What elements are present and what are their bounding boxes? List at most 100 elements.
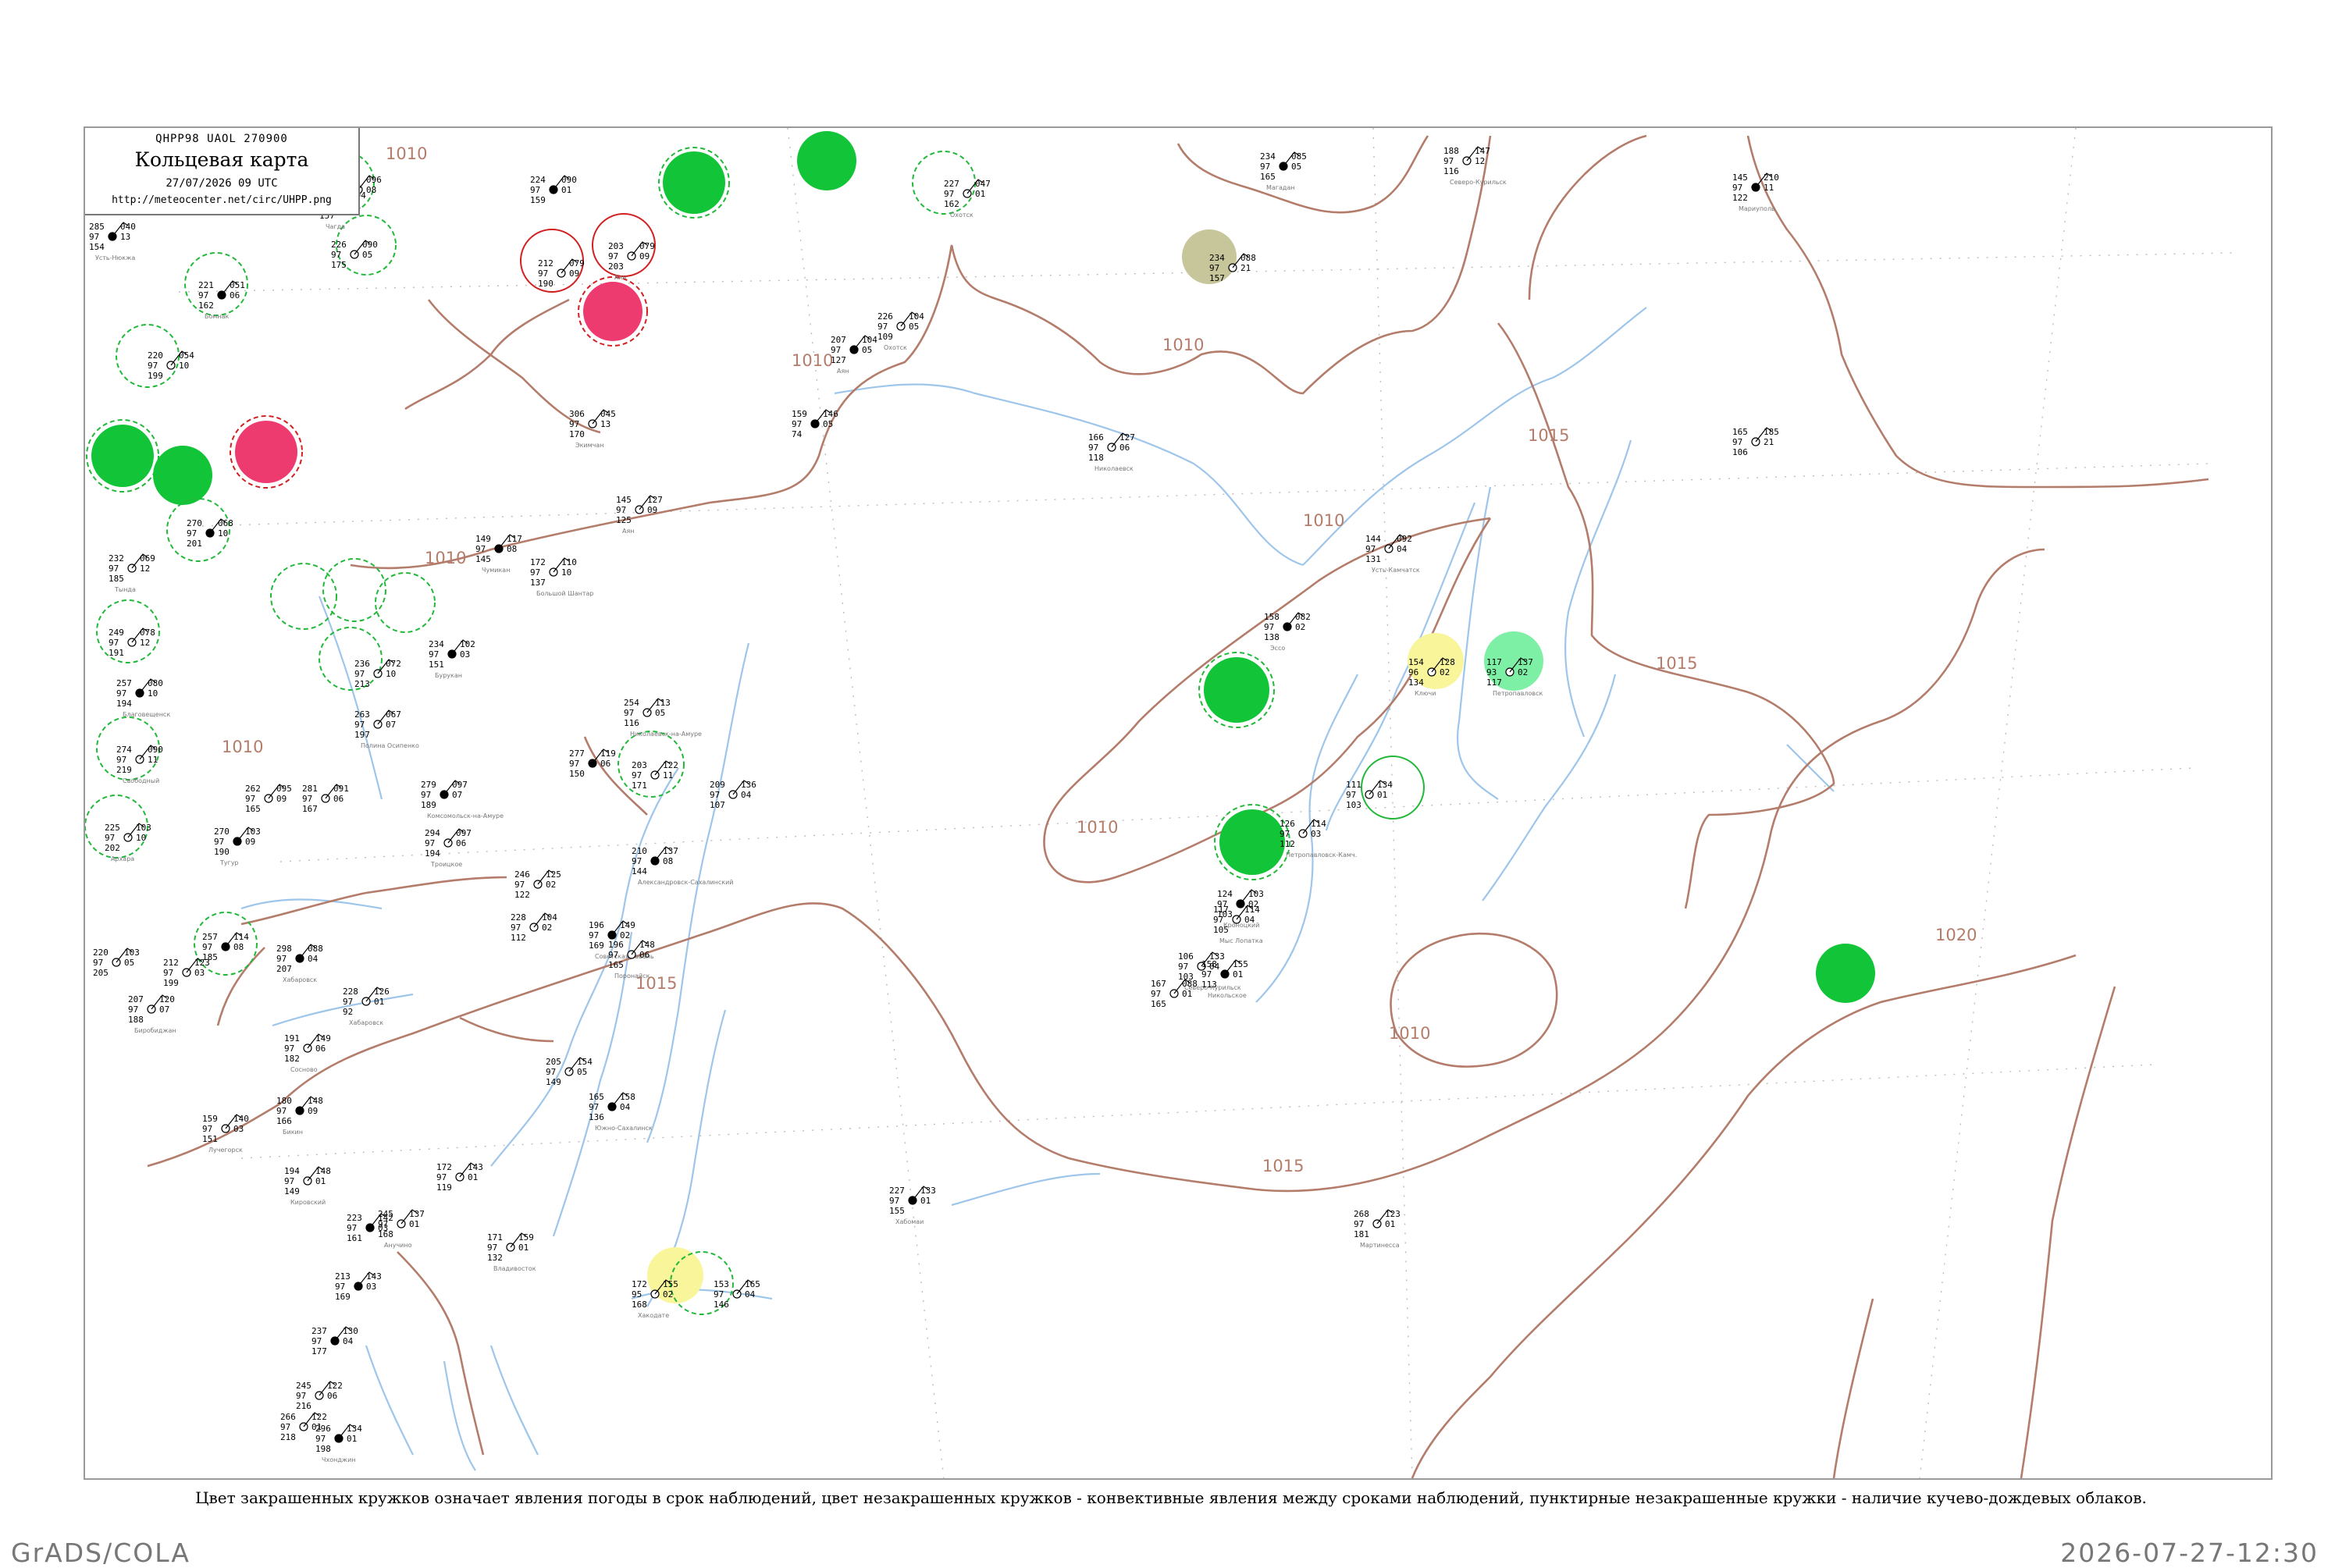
station-name: Северо-Курильск bbox=[1450, 179, 1507, 186]
station-temp: 210 bbox=[632, 846, 647, 856]
station-temp: 149 bbox=[475, 534, 491, 544]
station-vis: 93 bbox=[1486, 667, 1497, 677]
station-dewpoint: 159 bbox=[530, 195, 546, 205]
station-pressure: 134 bbox=[347, 1424, 362, 1434]
station-pressure: 127 bbox=[647, 495, 663, 505]
station-vis: 97 bbox=[116, 688, 126, 699]
station-dewpoint: 168 bbox=[632, 1300, 647, 1310]
station-plot: 224 090 97 01 159 bbox=[530, 175, 577, 205]
station-pressure: 143 bbox=[366, 1271, 382, 1282]
station-vis: 97 bbox=[93, 958, 103, 968]
station-tendency: 01 bbox=[347, 1434, 357, 1444]
station-temp: 254 bbox=[624, 698, 639, 708]
station-name: Свободный bbox=[123, 777, 159, 784]
station-vis: 97 bbox=[1209, 263, 1219, 273]
station-dewpoint: 154 bbox=[89, 242, 105, 252]
station-tendency: 10 bbox=[218, 528, 228, 539]
station-temp: 245 bbox=[378, 1209, 393, 1219]
map-caption: Цвет закрашенных кружков означает явлени… bbox=[195, 1488, 2147, 1507]
station-tendency: 06 bbox=[333, 794, 343, 804]
station-pressure: 114 bbox=[233, 932, 249, 942]
station-name: Хабомаи bbox=[895, 1218, 924, 1225]
station-plot: 210 137 97 08 144 Александровск-Сахалинский bbox=[632, 846, 734, 886]
station-dewpoint: 218 bbox=[280, 1432, 296, 1442]
station-temp: 226 bbox=[331, 240, 347, 250]
station-vis: 97 bbox=[421, 790, 431, 800]
station-temp: 236 bbox=[354, 659, 370, 669]
coastlines bbox=[240, 307, 1835, 1471]
station-pressure: 130 bbox=[343, 1326, 358, 1336]
station-dewpoint: 155 bbox=[889, 1206, 905, 1216]
station-tendency: 06 bbox=[600, 759, 610, 769]
station-dewpoint: 92 bbox=[343, 1007, 353, 1017]
station-vis: 97 bbox=[589, 930, 599, 940]
station-temp: 227 bbox=[889, 1186, 905, 1196]
station-temp: 270 bbox=[187, 518, 202, 528]
station-pressure: 079 bbox=[639, 241, 655, 251]
station-dewpoint: 189 bbox=[421, 800, 436, 810]
station-tendency: 08 bbox=[507, 544, 517, 554]
station-vis: 97 bbox=[624, 708, 634, 718]
station-dewpoint: 131 bbox=[1365, 554, 1381, 564]
station-plot: 234 102 97 03 151 Бурукан bbox=[429, 639, 475, 679]
station-name: Хакодате bbox=[638, 1312, 669, 1319]
station-dewpoint: 161 bbox=[347, 1233, 362, 1243]
station-vis: 97 bbox=[889, 1196, 899, 1206]
station-name: Благовещенск bbox=[123, 711, 170, 718]
station-temp: 257 bbox=[202, 932, 218, 942]
station-temp: 213 bbox=[335, 1271, 351, 1282]
station-vis: 97 bbox=[530, 567, 540, 578]
station-pressure: 146 bbox=[823, 409, 838, 419]
station-dewpoint: 145 bbox=[475, 554, 491, 564]
iso-1010-c: 1010 bbox=[1162, 336, 1204, 354]
station-plot: 228 104 97 02 112 bbox=[511, 912, 557, 943]
station-pressure: 103 bbox=[245, 827, 261, 837]
station-tendency: 11 bbox=[663, 770, 673, 780]
station-name: Тугур bbox=[219, 859, 239, 866]
map-title: Кольцевая карта bbox=[134, 148, 309, 171]
station-vis: 97 bbox=[1264, 622, 1274, 632]
station-vis: 97 bbox=[343, 997, 353, 1007]
station-plot: 153 165 97 04 146 bbox=[714, 1279, 760, 1310]
station-temp: 145 bbox=[616, 495, 632, 505]
weather-circles bbox=[85, 131, 1875, 1315]
station-temp: 106 bbox=[1178, 951, 1194, 962]
station-pressure: 210 bbox=[1764, 172, 1779, 183]
station-vis: 97 bbox=[1260, 162, 1270, 172]
station-dewpoint: 202 bbox=[105, 843, 120, 853]
station-tendency: 08 bbox=[366, 185, 376, 195]
station-pressure: 047 bbox=[975, 179, 991, 189]
source-url[interactable]: http://meteocenter.net/circ/UHPP.png bbox=[85, 194, 358, 206]
station-vis: 97 bbox=[202, 1124, 212, 1134]
station-tendency: 10 bbox=[386, 669, 396, 679]
station-vis: 97 bbox=[608, 251, 618, 261]
station-plot: 167 088 97 01 165 bbox=[1151, 979, 1198, 1009]
station-vis: 97 bbox=[1354, 1219, 1364, 1229]
station-tendency: 05 bbox=[862, 345, 872, 355]
station-dewpoint: 105 bbox=[1213, 925, 1229, 935]
station-name: Бурукан bbox=[435, 672, 462, 679]
station-tendency: 07 bbox=[452, 790, 462, 800]
station-vis: 97 bbox=[632, 770, 642, 780]
station-dewpoint: 136 bbox=[589, 1112, 604, 1122]
station-dewpoint: 165 bbox=[608, 960, 624, 970]
station-name: Кировский bbox=[290, 1199, 326, 1206]
station-vis: 97 bbox=[1365, 544, 1376, 554]
station-pressure: 103 bbox=[136, 823, 151, 833]
station-dewpoint: 116 bbox=[624, 718, 639, 728]
station-vis: 97 bbox=[569, 419, 579, 429]
station-vis: 97 bbox=[335, 1282, 345, 1292]
station-vis: 97 bbox=[425, 838, 435, 848]
station-name: Мартинесса bbox=[1360, 1242, 1400, 1249]
station-temp: 172 bbox=[530, 557, 546, 567]
station-pressure: 068 bbox=[218, 518, 233, 528]
station-plot: 220 103 97 05 205 bbox=[93, 948, 140, 978]
station-pressure: 104 bbox=[862, 335, 877, 345]
station-tendency: 05 bbox=[909, 322, 919, 332]
station-name: Тында bbox=[114, 586, 136, 593]
station-plot: 212 079 97 09 190 bbox=[538, 258, 585, 289]
synoptic-map[interactable]: 1010 1010 1010 1010 1010 1010 1010 1010 … bbox=[85, 128, 2271, 1478]
iso-1010-b: 1010 bbox=[792, 351, 833, 370]
weather-circle-pink bbox=[583, 282, 642, 341]
station-tendency: 01 bbox=[1182, 989, 1192, 999]
